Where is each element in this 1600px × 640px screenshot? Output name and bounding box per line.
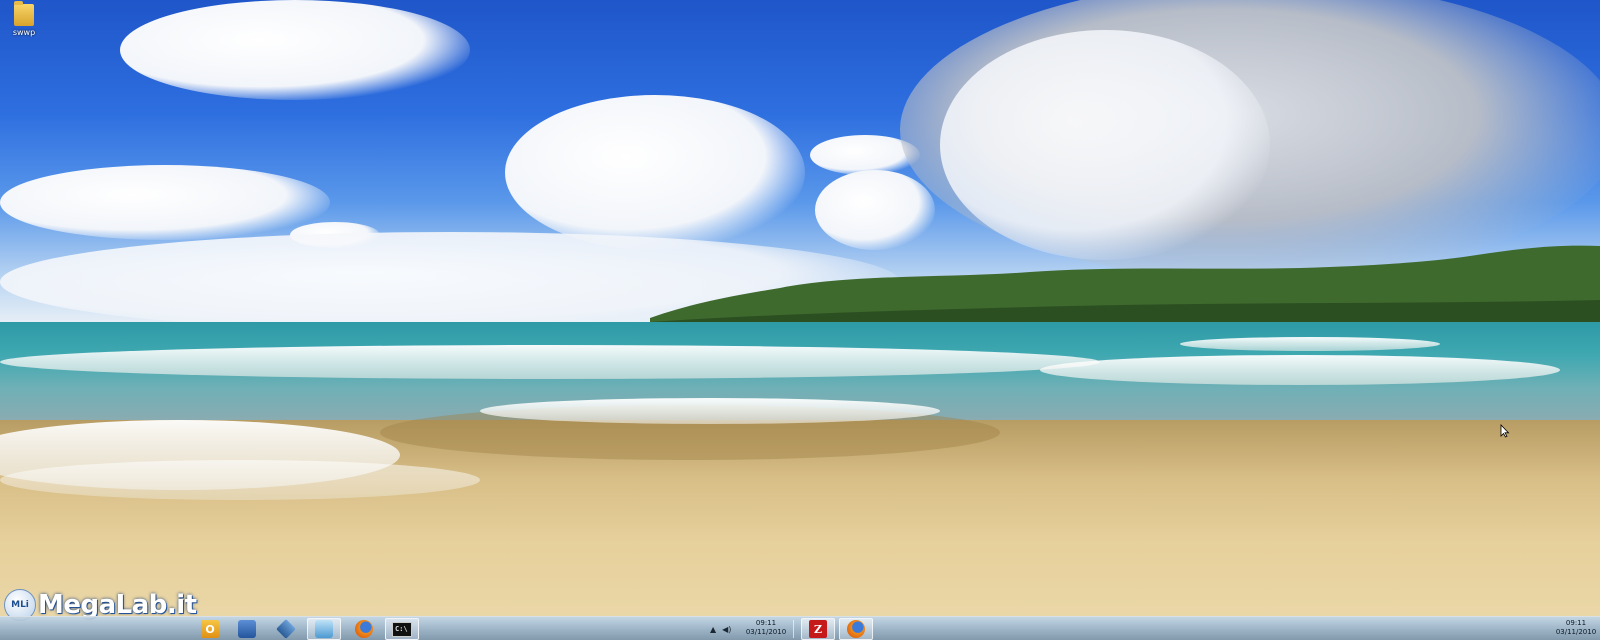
wallpaper-wave: [0, 460, 480, 500]
wallpaper-cloud: [120, 0, 470, 100]
clock-time-2: 09:11: [1565, 619, 1587, 627]
system-tray: ▲ ◀): [710, 617, 731, 640]
wallpaper-wave: [1040, 355, 1560, 385]
taskbar-firefox-button-2[interactable]: [839, 618, 873, 640]
clock-date: 03/11/2010: [745, 628, 787, 636]
remote-desktop-icon: [238, 620, 256, 638]
taskbar: O C:\ ▲ ◀) 09:11 03/11/2010 Z 09:11 03/1…: [0, 616, 1600, 640]
clock-time: 09:11: [755, 619, 777, 627]
desktop-icon-swwp[interactable]: swwp: [6, 1, 42, 37]
wallpaper-hills: [650, 245, 1600, 328]
taskbar-separator: [793, 620, 794, 638]
wallpaper-cloud: [0, 165, 330, 240]
command-prompt-icon: C:\: [392, 621, 412, 637]
wallpaper-wave: [0, 345, 1100, 379]
taskbar-outlook-button[interactable]: O: [193, 618, 227, 640]
taskbar-filezilla-button[interactable]: Z: [801, 618, 835, 640]
desktop-icon-label: swwp: [12, 28, 36, 37]
folder-icon: [14, 1, 34, 26]
wallpaper-wave: [1180, 337, 1440, 351]
taskbar-virtualbox-button[interactable]: [269, 618, 303, 640]
taskbar-remote-desktop-button[interactable]: [230, 618, 264, 640]
taskbar-clock[interactable]: 09:11 03/11/2010: [744, 619, 788, 637]
clock-date-2: 03/11/2010: [1555, 628, 1597, 636]
wallpaper-cloud: [940, 30, 1270, 260]
outlook-icon: O: [201, 620, 219, 638]
firefox-icon: [355, 620, 373, 638]
desktop[interactable]: swwp MLi MegaLab.it O C:\ ▲ ◀) 09:11 03/…: [0, 0, 1600, 640]
taskbar-window-button[interactable]: [307, 618, 341, 640]
taskbar-clock-2[interactable]: 09:11 03/11/2010: [1554, 619, 1598, 637]
firefox-icon: [847, 620, 865, 638]
wallpaper-cloud: [505, 95, 805, 250]
taskbar-firefox-button[interactable]: [347, 618, 381, 640]
mouse-cursor-icon: [1500, 424, 1510, 438]
taskbar-command-prompt-button[interactable]: C:\: [385, 618, 419, 640]
show-hidden-icons-button[interactable]: ▲: [710, 625, 716, 634]
wallpaper-cloud: [815, 170, 935, 250]
window-icon: [315, 620, 333, 638]
filezilla-icon: Z: [809, 620, 827, 638]
wallpaper-wave: [480, 398, 940, 424]
virtualbox-icon: [276, 619, 296, 639]
volume-icon[interactable]: ◀): [722, 625, 731, 634]
